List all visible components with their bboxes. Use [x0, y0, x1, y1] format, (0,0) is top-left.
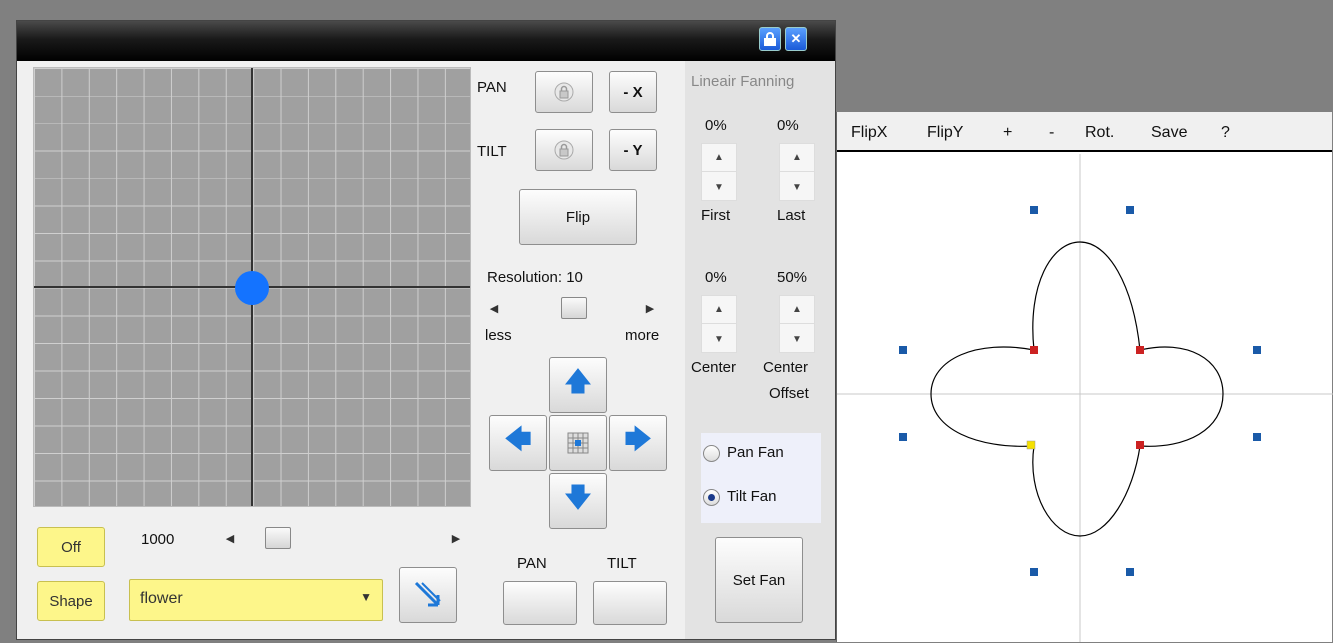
speed-slider-thumb[interactable]	[265, 527, 291, 549]
set-fan-button[interactable]: Set Fan	[715, 537, 803, 623]
control-point[interactable]	[899, 433, 907, 441]
spinner-down-icon[interactable]: ▼	[780, 173, 814, 201]
pan-fan-label[interactable]: Pan Fan	[727, 444, 784, 461]
lock-icon	[554, 82, 574, 102]
resolution-label: Resolution: 10	[487, 269, 583, 286]
xy-pad[interactable]	[33, 67, 471, 507]
menu-help[interactable]: ?	[1221, 124, 1230, 142]
spinner-down-icon[interactable]: ▼	[702, 173, 736, 201]
arrow-left-icon: 🡄	[504, 424, 532, 454]
center-offset-label-1: Center	[763, 359, 809, 376]
center-button[interactable]	[549, 415, 607, 471]
tilt-label: TILT	[477, 143, 507, 160]
shape-editor: FlipX FlipY + - Rot. Save ?	[836, 112, 1333, 642]
position-marker[interactable]	[235, 271, 269, 305]
arrow-up-icon: 🡅	[564, 366, 592, 396]
pan-lock-button[interactable]	[535, 71, 593, 113]
pan-fine-button[interactable]	[503, 581, 577, 625]
first-label: First	[701, 207, 731, 224]
control-point[interactable]	[1030, 568, 1038, 576]
speed-value: 1000	[141, 531, 175, 548]
control-point[interactable]	[1126, 206, 1134, 214]
tilt-fine-button[interactable]	[593, 581, 667, 625]
resolution-left-arrow-icon[interactable]: ◀	[485, 299, 503, 317]
close-icon[interactable]: ✕	[785, 27, 807, 51]
lock-icon[interactable]	[759, 27, 781, 51]
center-spinner[interactable]: ▲ ▼	[701, 295, 737, 353]
flip-button[interactable]: Flip	[519, 189, 637, 245]
arrow-down-icon: 🡇	[564, 482, 592, 512]
first-value: 0%	[705, 117, 727, 134]
more-label: more	[625, 327, 660, 344]
spinner-up-icon[interactable]: ▲	[780, 296, 814, 324]
control-point[interactable]	[1253, 346, 1261, 354]
center-offset-label-2: Offset	[769, 385, 809, 402]
center-offset-spinner[interactable]: ▲ ▼	[779, 295, 815, 353]
shape-button[interactable]: Shape	[37, 581, 105, 621]
tilt-fan-radio[interactable]	[703, 489, 720, 506]
move-up-button[interactable]: 🡅	[549, 357, 607, 413]
tilt-bottom-label: TILT	[607, 555, 637, 572]
resolution-right-arrow-icon[interactable]: ▶	[641, 299, 659, 317]
speed-left-arrow-icon[interactable]: ◀	[221, 529, 239, 547]
anchor-point[interactable]	[1136, 346, 1144, 354]
last-value: 0%	[777, 117, 799, 134]
last-spinner[interactable]: ▲ ▼	[779, 143, 815, 201]
move-down-button[interactable]: 🡇	[549, 473, 607, 529]
xy-pad-window: ✕ PAN - X TILT - Y Flip Resolution: 10 ◀…	[16, 20, 836, 640]
menu-rotate[interactable]: Rot.	[1085, 124, 1114, 142]
menu-flipy[interactable]: FlipY	[927, 124, 963, 142]
tilt-lock-button[interactable]	[535, 129, 593, 171]
diagonal-arrows-icon	[414, 581, 441, 607]
arrow-right-icon: 🡆	[624, 424, 652, 454]
menu-save[interactable]: Save	[1151, 124, 1187, 142]
spinner-up-icon[interactable]: ▲	[702, 296, 736, 324]
flower-curve	[930, 241, 1224, 537]
spinner-down-icon[interactable]: ▼	[702, 325, 736, 353]
control-point[interactable]	[1126, 568, 1134, 576]
center-offset-value: 50%	[777, 269, 808, 286]
pan-label: PAN	[477, 79, 507, 96]
spinner-up-icon[interactable]: ▲	[702, 144, 736, 172]
last-label: Last	[777, 207, 806, 224]
center-grid-icon	[567, 432, 589, 454]
fanning-title: Lineair Fanning	[691, 73, 795, 90]
anchor-point[interactable]	[1030, 346, 1038, 354]
control-point[interactable]	[899, 346, 907, 354]
move-left-button[interactable]: 🡄	[489, 415, 547, 471]
pan-bottom-label: PAN	[517, 555, 547, 572]
off-button[interactable]: Off	[37, 527, 105, 567]
center-label: Center	[691, 359, 737, 376]
tilt-fan-label[interactable]: Tilt Fan	[727, 488, 776, 505]
speed-right-arrow-icon[interactable]: ▶	[447, 529, 465, 547]
chevron-down-icon: ▼	[360, 590, 372, 604]
active-anchor-point[interactable]	[1026, 440, 1036, 450]
spinner-up-icon[interactable]: ▲	[780, 144, 814, 172]
control-point[interactable]	[1030, 206, 1038, 214]
pan-fan-radio[interactable]	[703, 445, 720, 462]
center-value: 0%	[705, 269, 727, 286]
title-bar[interactable]: ✕	[17, 21, 835, 61]
shape-selected-value: flower	[140, 590, 183, 607]
menu-flipx[interactable]: FlipX	[851, 124, 887, 142]
shape-select[interactable]: flower ▼	[129, 579, 383, 621]
editor-menu-bar: FlipX FlipY + - Rot. Save ?	[837, 112, 1332, 152]
spinner-down-icon[interactable]: ▼	[780, 325, 814, 353]
invert-y-button[interactable]: - Y	[609, 129, 657, 171]
move-right-button[interactable]: 🡆	[609, 415, 667, 471]
anchor-point[interactable]	[1136, 441, 1144, 449]
menu-zoom-in[interactable]: +	[1003, 124, 1012, 142]
resolution-slider-thumb[interactable]	[561, 297, 587, 319]
menu-zoom-out[interactable]: -	[1049, 124, 1054, 142]
apply-shape-button[interactable]	[399, 567, 457, 623]
less-label: less	[485, 327, 512, 344]
shape-canvas[interactable]	[837, 154, 1333, 642]
lock-icon	[554, 140, 574, 160]
control-point[interactable]	[1253, 433, 1261, 441]
first-spinner[interactable]: ▲ ▼	[701, 143, 737, 201]
invert-x-button[interactable]: - X	[609, 71, 657, 113]
